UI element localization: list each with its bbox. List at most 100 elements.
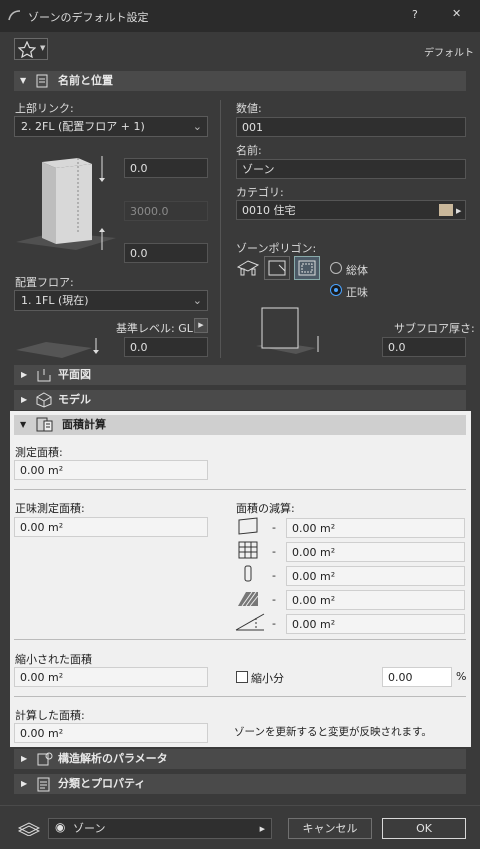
- bottom-offset-field[interactable]: 0.0: [124, 243, 208, 263]
- subfloor-illustration: [246, 306, 326, 356]
- polygon-inner-edge-icon[interactable]: [294, 256, 320, 280]
- net-area-label: 正味測定面積:: [15, 502, 85, 515]
- column-divider: [220, 100, 221, 358]
- layer-value: ゾーン: [73, 822, 106, 835]
- fill-deduct-icon: [236, 588, 260, 608]
- reduce-checkbox[interactable]: [236, 671, 248, 683]
- number-label: 数値:: [236, 102, 262, 115]
- triangle-down-icon: ▼: [20, 420, 27, 429]
- deduction-field: 0.00 m²: [286, 566, 465, 586]
- document-icon: [36, 74, 48, 88]
- calculated-area-label: 計算した面積:: [15, 709, 85, 722]
- triangle-right-icon: ▶: [21, 779, 28, 788]
- triangle-right-icon: ▶: [21, 754, 28, 763]
- polygon-reference-icon[interactable]: [264, 256, 290, 280]
- wall-deduct-icon: [236, 516, 260, 536]
- grid-deduct-icon: [236, 540, 260, 560]
- cube-icon: [36, 392, 52, 408]
- radio-net[interactable]: [330, 284, 342, 296]
- radio-gross-label: 総体: [346, 264, 368, 277]
- home-floor-value: 1. 1FL (現在): [21, 294, 89, 307]
- section-title: 構造解析のパラメータ: [58, 752, 168, 765]
- area-calc-icon: [36, 417, 54, 433]
- area-calculation-panel: ▼ 面積計算 測定面積: 0.00 m² 正味測定面積: 0.00 m² 面積の…: [10, 411, 471, 747]
- section-structural[interactable]: ▶ 構造解析のパラメータ: [14, 749, 466, 769]
- category-select[interactable]: 0010 住宅 ▶: [236, 200, 466, 220]
- radio-gross[interactable]: [330, 262, 342, 274]
- dash: -: [272, 569, 276, 582]
- default-label: デフォルト: [424, 48, 474, 59]
- home-floor-label: 配置フロア:: [15, 276, 74, 289]
- archicad-logo-icon: [8, 9, 22, 21]
- ok-button[interactable]: OK: [382, 818, 466, 839]
- name-field[interactable]: ゾーン: [236, 159, 466, 179]
- top-link-label: 上部リンク:: [15, 102, 74, 115]
- top-link-value: 2. 2FL (配置フロア + 1): [21, 120, 145, 133]
- section-model[interactable]: ▶ モデル: [14, 390, 466, 410]
- reduce-percent-field[interactable]: 0.00: [382, 667, 452, 687]
- favorites-button[interactable]: ▼: [14, 38, 48, 60]
- section-title: モデル: [58, 393, 91, 406]
- close-button[interactable]: ✕: [452, 7, 461, 20]
- structural-icon: [36, 751, 54, 767]
- divider: [14, 639, 466, 640]
- divider: [14, 489, 466, 490]
- reduce-checkbox-label: 縮小分: [251, 672, 284, 685]
- divider: [14, 696, 466, 697]
- percent-sign: %: [456, 670, 467, 683]
- subfloor-label: サブフロア厚さ:: [394, 322, 475, 335]
- measured-area-field: 0.00 m²: [14, 460, 208, 480]
- triangle-down-icon: ▼: [20, 76, 27, 85]
- update-note: ゾーンを更新すると変更が反映されます。: [234, 726, 432, 738]
- star-icon: [18, 41, 36, 58]
- section-plan[interactable]: ▶ 平面図: [14, 365, 466, 385]
- section-area-calc[interactable]: ▼ 面積計算: [14, 415, 466, 435]
- category-label: カテゴリ:: [236, 186, 284, 199]
- category-value: 0010 住宅: [242, 204, 296, 217]
- number-field[interactable]: 001: [236, 117, 466, 137]
- net-area-field: 0.00 m²: [14, 517, 208, 537]
- cancel-button[interactable]: キャンセル: [288, 818, 372, 839]
- zone-height-illustration: [16, 150, 116, 260]
- top-offset-field[interactable]: 0.0: [124, 158, 208, 178]
- deduction-field: 0.00 m²: [286, 518, 465, 538]
- deduction-field: 0.00 m²: [286, 590, 465, 610]
- section-title: 名前と位置: [58, 74, 113, 87]
- triangle-right-icon: ▶: [259, 825, 265, 833]
- reference-level-label: 基準レベル: GL: [116, 322, 193, 335]
- section-title: 分類とプロパティ: [58, 777, 146, 790]
- triangle-right-icon: ▶: [21, 395, 28, 404]
- column-deduct-icon: [236, 564, 260, 584]
- chevron-down-icon: ⌄: [192, 294, 202, 307]
- reference-level-field[interactable]: 0.0: [124, 337, 208, 357]
- floor-slab-icon: [16, 336, 106, 360]
- polygon-manual-icon[interactable]: [236, 257, 260, 279]
- plan-icon: [36, 367, 52, 383]
- chevron-down-icon: ⌄: [192, 120, 202, 133]
- section-title: 面積計算: [62, 418, 106, 431]
- deduction-field: 0.00 m²: [286, 542, 465, 562]
- deductions-label: 面積の減算:: [236, 502, 295, 515]
- section-name-position[interactable]: ▼ 名前と位置: [14, 71, 466, 91]
- subfloor-field[interactable]: 0.0: [382, 337, 466, 357]
- dash: -: [272, 521, 276, 534]
- dash: -: [272, 545, 276, 558]
- top-link-select[interactable]: 2. 2FL (配置フロア + 1) ⌄: [14, 116, 208, 137]
- name-label: 名前:: [236, 144, 262, 157]
- zone-polygon-label: ゾーンポリゴン:: [236, 242, 317, 255]
- category-color-swatch: [439, 204, 453, 216]
- home-floor-select[interactable]: 1. 1FL (現在) ⌄: [14, 290, 208, 311]
- radio-net-label: 正味: [346, 286, 368, 299]
- eye-icon: ◉: [55, 820, 66, 834]
- chevron-down-icon: ▼: [40, 44, 46, 52]
- dash: -: [272, 617, 276, 630]
- layer-icon: [18, 820, 40, 836]
- section-title: 平面図: [58, 368, 91, 381]
- height-field: 3000.0: [124, 201, 208, 221]
- measured-area-label: 測定面積:: [15, 446, 63, 459]
- help-button[interactable]: ?: [412, 8, 418, 21]
- section-classification[interactable]: ▶ 分類とプロパティ: [14, 774, 466, 794]
- reference-level-arrow-button[interactable]: ▶: [194, 318, 208, 333]
- layer-select[interactable]: ◉ ゾーン ▶: [48, 818, 272, 839]
- calculated-area-field: 0.00 m²: [14, 723, 208, 743]
